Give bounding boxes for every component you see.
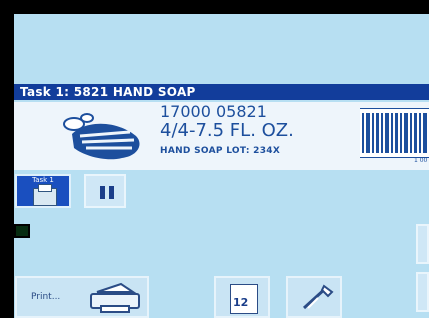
calculator-icon-text: 12 [233,296,249,309]
task-title-bar: Task 1: 5821 HAND SOAP [14,84,429,100]
task-button-label: Task 1 [32,176,54,184]
pause-icon [100,186,105,199]
product-code: 17000 05821 [160,102,267,121]
barcode-number: 1 00 [414,157,428,164]
label-preview: 17000 05821 4/4-7.5 FL. OZ. HAND SOAP LO… [14,102,429,170]
barcode-icon [360,108,429,158]
hand-soap-logo-icon [63,113,140,160]
printer-icon [90,282,140,313]
product-size: 4/4-7.5 FL. OZ. [160,120,294,141]
calculator-icon: 12 [230,284,258,314]
wrench-icon [302,284,334,310]
side-button-upper[interactable] [416,224,429,264]
calculator-button[interactable]: 12 [214,276,270,318]
side-button-lower[interactable] [416,272,429,312]
print-button[interactable]: Print... [15,276,149,318]
print-button-label: Print... [31,292,61,302]
product-description: HAND SOAP LOT: 234X [160,146,281,156]
status-indicator [14,224,30,238]
pause-icon-bar [109,186,114,199]
pause-button[interactable] [84,174,126,208]
tools-button[interactable] [286,276,342,318]
screen: Task 1: 5821 HAND SOAP 17000 05821 4/4-7… [14,14,429,318]
task-1-button[interactable]: Task 1 [15,174,71,208]
printer-icon [33,184,57,206]
